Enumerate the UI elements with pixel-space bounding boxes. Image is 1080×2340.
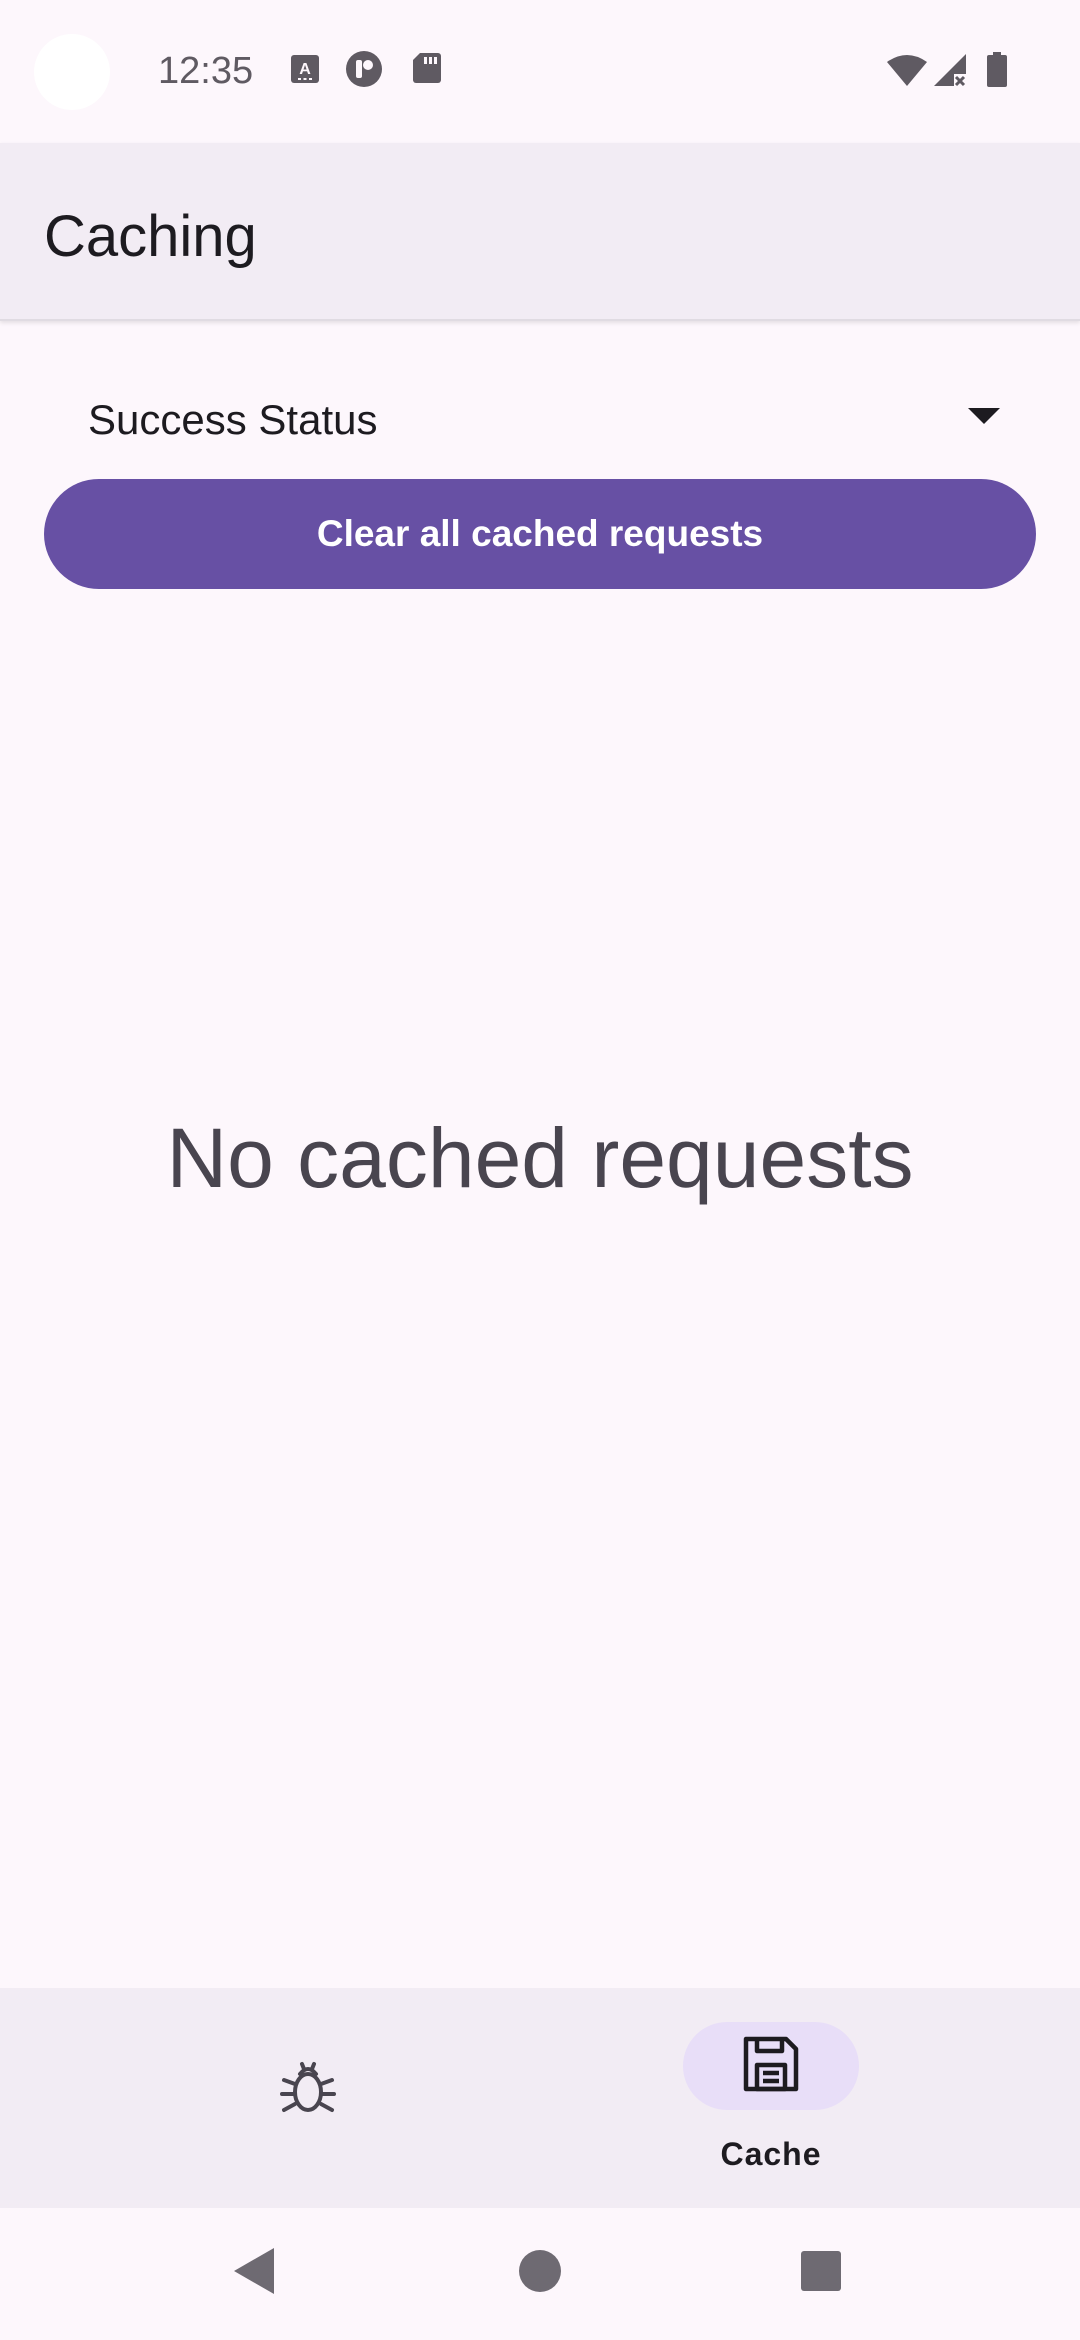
nav-indicator [220, 2044, 396, 2132]
battery-icon [986, 52, 1008, 88]
top-app-bar: Caching [0, 143, 1080, 321]
dropdown-selected-value: Success Status [88, 396, 378, 443]
clear-cache-button[interactable]: Clear all cached requests [44, 479, 1036, 589]
save-icon [740, 2033, 802, 2100]
status-filter-dropdown[interactable]: Success Status [44, 380, 1036, 460]
page-title: Caching [44, 204, 257, 269]
dropdown-arrow-icon [968, 408, 1000, 431]
app-notification-icon [345, 51, 383, 88]
svg-text:A: A [299, 61, 311, 78]
nav-item-cache[interactable]: Cache [621, 1988, 921, 2208]
empty-state-message: No cached requests [166, 1111, 914, 1205]
bottom-navigation: Cache [0, 1988, 1080, 2208]
recents-icon[interactable] [800, 2246, 842, 2297]
wifi-icon [886, 54, 928, 88]
signal-no-data-icon [932, 54, 968, 88]
nav-indicator-active [683, 2022, 859, 2110]
nav-item-label: Cache [720, 2136, 822, 2172]
nav-item-debug[interactable] [158, 1988, 458, 2208]
keyboard-a-icon: A [290, 54, 320, 84]
sd-card-icon [412, 53, 442, 84]
status-time: 12:35 [158, 50, 254, 92]
status-bar: 12:35 A [0, 0, 1080, 143]
system-navigation-bar [0, 2208, 1080, 2340]
camera-cutout [34, 34, 110, 110]
bug-icon [278, 2054, 338, 2123]
screen: 12:35 A Caching Success Status Clear all… [0, 0, 1080, 2340]
back-icon[interactable] [232, 2246, 276, 2301]
home-icon[interactable] [518, 2246, 562, 2298]
